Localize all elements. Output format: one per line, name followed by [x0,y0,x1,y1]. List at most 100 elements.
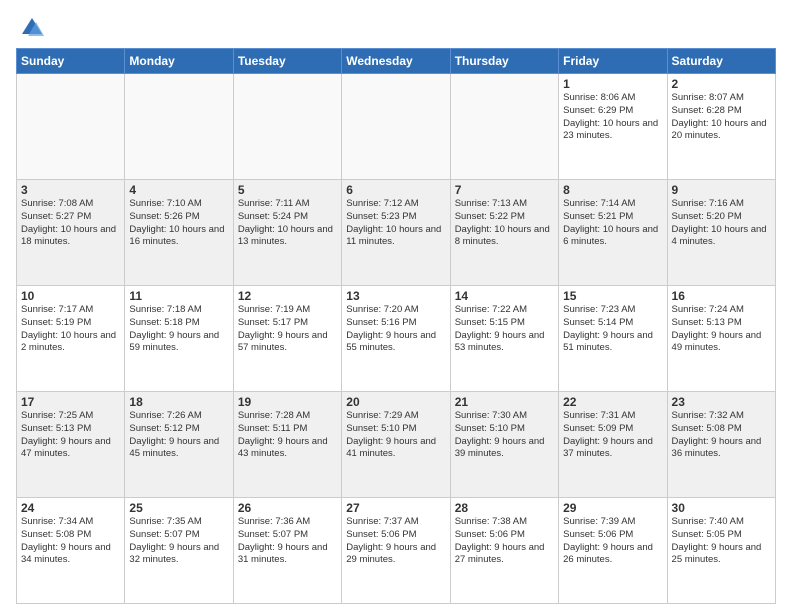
day-number: 19 [238,395,337,409]
logo-area [16,10,46,42]
day-info: Sunrise: 7:36 AM Sunset: 5:07 PM Dayligh… [238,516,337,567]
day-info: Sunrise: 7:31 AM Sunset: 5:09 PM Dayligh… [563,410,662,461]
day-info: Sunrise: 7:12 AM Sunset: 5:23 PM Dayligh… [346,198,445,249]
calendar-week-row: 17Sunrise: 7:25 AM Sunset: 5:13 PM Dayli… [17,392,776,498]
day-number: 16 [672,289,771,303]
day-number: 18 [129,395,228,409]
day-info: Sunrise: 7:19 AM Sunset: 5:17 PM Dayligh… [238,304,337,355]
day-info: Sunrise: 7:10 AM Sunset: 5:26 PM Dayligh… [129,198,228,249]
day-info: Sunrise: 7:26 AM Sunset: 5:12 PM Dayligh… [129,410,228,461]
day-number: 30 [672,501,771,515]
calendar-cell: 10Sunrise: 7:17 AM Sunset: 5:19 PM Dayli… [17,286,125,392]
calendar-cell: 4Sunrise: 7:10 AM Sunset: 5:26 PM Daylig… [125,180,233,286]
day-info: Sunrise: 7:40 AM Sunset: 5:05 PM Dayligh… [672,516,771,567]
day-info: Sunrise: 7:23 AM Sunset: 5:14 PM Dayligh… [563,304,662,355]
calendar-cell: 15Sunrise: 7:23 AM Sunset: 5:14 PM Dayli… [559,286,667,392]
header [16,10,776,42]
day-info: Sunrise: 7:22 AM Sunset: 5:15 PM Dayligh… [455,304,554,355]
day-info: Sunrise: 7:24 AM Sunset: 5:13 PM Dayligh… [672,304,771,355]
day-info: Sunrise: 7:17 AM Sunset: 5:19 PM Dayligh… [21,304,120,355]
calendar-cell [233,74,341,180]
day-number: 21 [455,395,554,409]
day-info: Sunrise: 7:14 AM Sunset: 5:21 PM Dayligh… [563,198,662,249]
weekday-header-monday: Monday [125,49,233,74]
day-info: Sunrise: 7:11 AM Sunset: 5:24 PM Dayligh… [238,198,337,249]
calendar-cell: 25Sunrise: 7:35 AM Sunset: 5:07 PM Dayli… [125,498,233,604]
day-number: 24 [21,501,120,515]
day-number: 5 [238,183,337,197]
day-info: Sunrise: 7:25 AM Sunset: 5:13 PM Dayligh… [21,410,120,461]
day-info: Sunrise: 7:34 AM Sunset: 5:08 PM Dayligh… [21,516,120,567]
day-info: Sunrise: 7:37 AM Sunset: 5:06 PM Dayligh… [346,516,445,567]
calendar-cell: 21Sunrise: 7:30 AM Sunset: 5:10 PM Dayli… [450,392,558,498]
day-number: 27 [346,501,445,515]
calendar-cell: 11Sunrise: 7:18 AM Sunset: 5:18 PM Dayli… [125,286,233,392]
day-number: 15 [563,289,662,303]
calendar-cell: 14Sunrise: 7:22 AM Sunset: 5:15 PM Dayli… [450,286,558,392]
calendar-week-row: 10Sunrise: 7:17 AM Sunset: 5:19 PM Dayli… [17,286,776,392]
day-info: Sunrise: 8:06 AM Sunset: 6:29 PM Dayligh… [563,92,662,143]
calendar-cell: 18Sunrise: 7:26 AM Sunset: 5:12 PM Dayli… [125,392,233,498]
calendar-cell: 26Sunrise: 7:36 AM Sunset: 5:07 PM Dayli… [233,498,341,604]
calendar-cell [450,74,558,180]
weekday-header-friday: Friday [559,49,667,74]
calendar-week-row: 3Sunrise: 7:08 AM Sunset: 5:27 PM Daylig… [17,180,776,286]
calendar-cell: 29Sunrise: 7:39 AM Sunset: 5:06 PM Dayli… [559,498,667,604]
day-number: 4 [129,183,228,197]
weekday-header-tuesday: Tuesday [233,49,341,74]
day-info: Sunrise: 7:16 AM Sunset: 5:20 PM Dayligh… [672,198,771,249]
day-number: 9 [672,183,771,197]
calendar-cell: 8Sunrise: 7:14 AM Sunset: 5:21 PM Daylig… [559,180,667,286]
calendar-cell: 13Sunrise: 7:20 AM Sunset: 5:16 PM Dayli… [342,286,450,392]
day-info: Sunrise: 7:28 AM Sunset: 5:11 PM Dayligh… [238,410,337,461]
calendar-cell: 12Sunrise: 7:19 AM Sunset: 5:17 PM Dayli… [233,286,341,392]
day-number: 13 [346,289,445,303]
calendar-cell: 7Sunrise: 7:13 AM Sunset: 5:22 PM Daylig… [450,180,558,286]
calendar-cell: 16Sunrise: 7:24 AM Sunset: 5:13 PM Dayli… [667,286,775,392]
calendar-cell: 5Sunrise: 7:11 AM Sunset: 5:24 PM Daylig… [233,180,341,286]
day-number: 12 [238,289,337,303]
day-info: Sunrise: 7:35 AM Sunset: 5:07 PM Dayligh… [129,516,228,567]
calendar-cell [17,74,125,180]
day-number: 11 [129,289,228,303]
calendar-cell [342,74,450,180]
calendar-cell: 2Sunrise: 8:07 AM Sunset: 6:28 PM Daylig… [667,74,775,180]
day-info: Sunrise: 7:13 AM Sunset: 5:22 PM Dayligh… [455,198,554,249]
day-number: 22 [563,395,662,409]
calendar-cell: 6Sunrise: 7:12 AM Sunset: 5:23 PM Daylig… [342,180,450,286]
day-number: 8 [563,183,662,197]
day-number: 28 [455,501,554,515]
calendar-cell: 23Sunrise: 7:32 AM Sunset: 5:08 PM Dayli… [667,392,775,498]
calendar-cell [125,74,233,180]
day-info: Sunrise: 7:39 AM Sunset: 5:06 PM Dayligh… [563,516,662,567]
day-info: Sunrise: 7:18 AM Sunset: 5:18 PM Dayligh… [129,304,228,355]
day-info: Sunrise: 7:08 AM Sunset: 5:27 PM Dayligh… [21,198,120,249]
day-number: 3 [21,183,120,197]
calendar-cell: 17Sunrise: 7:25 AM Sunset: 5:13 PM Dayli… [17,392,125,498]
day-number: 2 [672,77,771,91]
calendar-table: SundayMondayTuesdayWednesdayThursdayFrid… [16,48,776,604]
calendar-cell: 30Sunrise: 7:40 AM Sunset: 5:05 PM Dayli… [667,498,775,604]
day-info: Sunrise: 7:29 AM Sunset: 5:10 PM Dayligh… [346,410,445,461]
day-info: Sunrise: 7:20 AM Sunset: 5:16 PM Dayligh… [346,304,445,355]
day-number: 7 [455,183,554,197]
day-info: Sunrise: 7:30 AM Sunset: 5:10 PM Dayligh… [455,410,554,461]
day-info: Sunrise: 8:07 AM Sunset: 6:28 PM Dayligh… [672,92,771,143]
day-number: 25 [129,501,228,515]
weekday-header-sunday: Sunday [17,49,125,74]
calendar-cell: 27Sunrise: 7:37 AM Sunset: 5:06 PM Dayli… [342,498,450,604]
calendar-cell: 3Sunrise: 7:08 AM Sunset: 5:27 PM Daylig… [17,180,125,286]
weekday-header-thursday: Thursday [450,49,558,74]
calendar-cell: 20Sunrise: 7:29 AM Sunset: 5:10 PM Dayli… [342,392,450,498]
calendar-week-row: 1Sunrise: 8:06 AM Sunset: 6:29 PM Daylig… [17,74,776,180]
day-number: 10 [21,289,120,303]
weekday-header-wednesday: Wednesday [342,49,450,74]
calendar-cell: 9Sunrise: 7:16 AM Sunset: 5:20 PM Daylig… [667,180,775,286]
calendar-week-row: 24Sunrise: 7:34 AM Sunset: 5:08 PM Dayli… [17,498,776,604]
page: SundayMondayTuesdayWednesdayThursdayFrid… [0,0,792,612]
day-info: Sunrise: 7:38 AM Sunset: 5:06 PM Dayligh… [455,516,554,567]
day-number: 29 [563,501,662,515]
calendar-cell: 1Sunrise: 8:06 AM Sunset: 6:29 PM Daylig… [559,74,667,180]
day-info: Sunrise: 7:32 AM Sunset: 5:08 PM Dayligh… [672,410,771,461]
calendar-cell: 22Sunrise: 7:31 AM Sunset: 5:09 PM Dayli… [559,392,667,498]
